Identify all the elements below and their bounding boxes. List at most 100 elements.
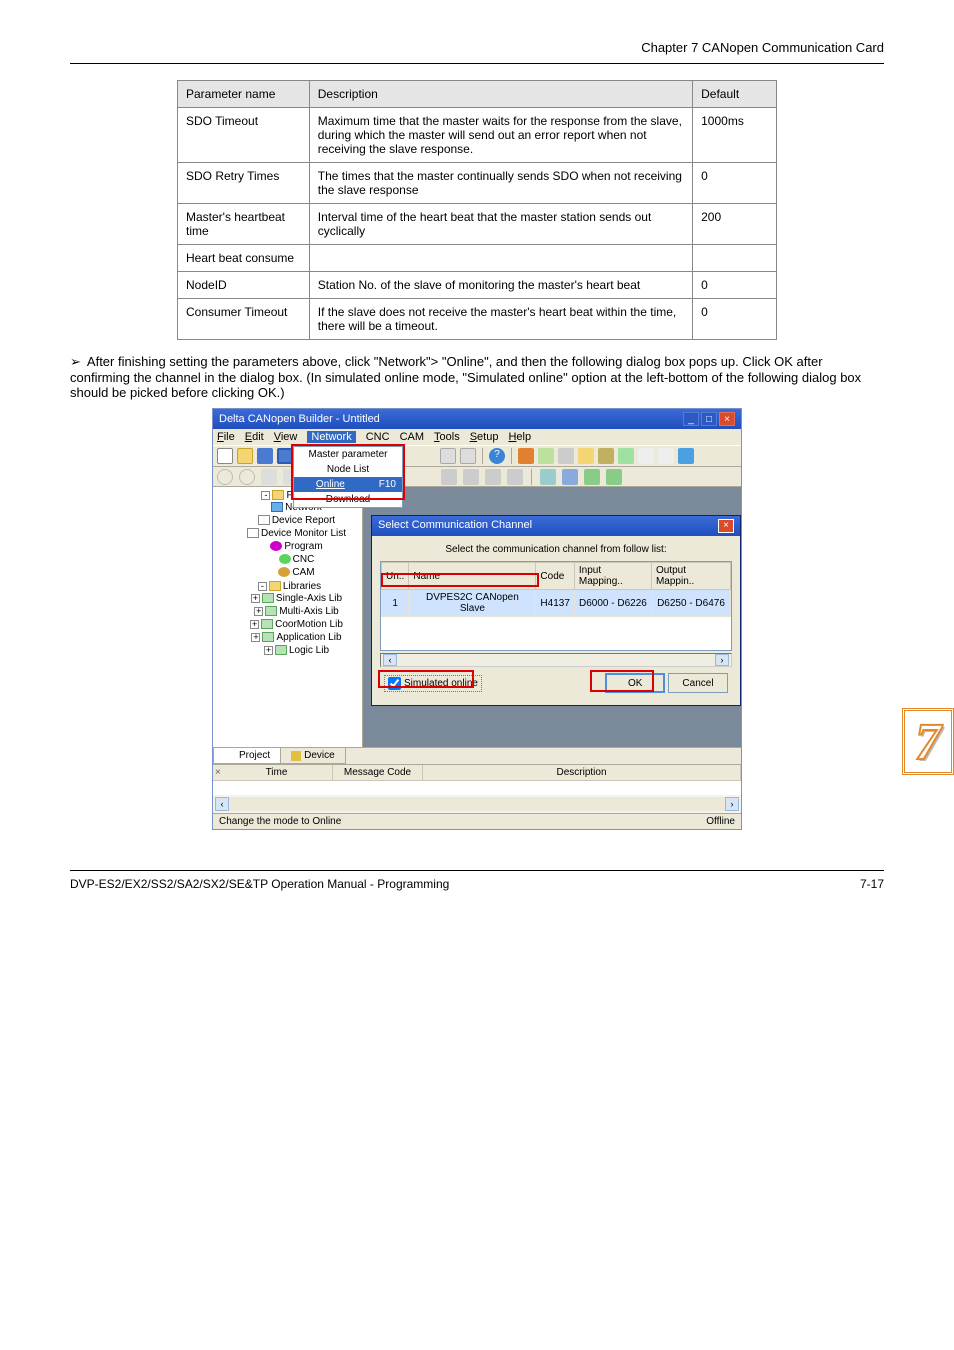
toolbar-icon[interactable] [562, 469, 578, 485]
window-titlebar[interactable]: Delta CANopen Builder - Untitled _ □ × [213, 409, 741, 429]
expand-icon[interactable]: + [251, 633, 260, 642]
expand-icon[interactable]: + [254, 607, 263, 616]
refresh-icon[interactable] [678, 448, 694, 464]
msg-col-code[interactable]: Message Code [333, 765, 423, 780]
channel-grid[interactable]: Un.. Name Code Input Mapping.. Output Ma… [380, 561, 732, 651]
maximize-button[interactable]: □ [701, 412, 717, 426]
tree-cnc[interactable]: CNC [293, 554, 315, 565]
menu-setup[interactable]: Setup [470, 431, 499, 443]
scroll-right-icon[interactable]: › [715, 654, 729, 666]
toolbar-icon[interactable] [460, 448, 476, 464]
menu-view[interactable]: View [274, 431, 298, 443]
collapse-icon[interactable]: - [258, 582, 267, 591]
close-button[interactable]: × [719, 412, 735, 426]
menu-tools[interactable]: Tools [434, 431, 460, 443]
toolbar-icon[interactable] [261, 469, 277, 485]
menu-cam[interactable]: CAM [400, 431, 424, 443]
tree-lib-item[interactable]: CoorMotion Lib [275, 619, 343, 630]
toolbar-icon[interactable] [558, 448, 574, 464]
ok-button[interactable]: OK [605, 673, 665, 693]
save-all-icon[interactable] [277, 448, 293, 464]
toolbar-icon[interactable] [578, 448, 594, 464]
scroll-left-icon[interactable]: ‹ [215, 797, 229, 811]
tree-lib-item[interactable]: Single-Axis Lib [276, 593, 342, 604]
tab-device[interactable]: Device [280, 748, 346, 764]
tree-cam[interactable]: CAM [292, 567, 314, 578]
menu-item-node-list[interactable]: Node List [294, 462, 402, 477]
expand-icon[interactable]: + [264, 646, 273, 655]
toolbar-icon[interactable] [540, 469, 556, 485]
download-icon[interactable] [538, 448, 554, 464]
open-icon[interactable] [237, 448, 253, 464]
col-name[interactable]: Name [409, 563, 536, 590]
dialog-close-button[interactable]: × [718, 519, 734, 533]
tree-program[interactable]: Program [284, 541, 322, 552]
status-bar: Change the mode to Online Offline [213, 813, 741, 829]
toolbar-icon[interactable] [638, 448, 654, 464]
menu-item-master-parameter[interactable]: Master parameter [294, 447, 402, 462]
help-icon[interactable]: ? [489, 448, 505, 464]
expand-icon[interactable]: + [250, 620, 259, 629]
left-pane-tabs: Project Device [213, 747, 741, 764]
program-icon [270, 541, 282, 551]
grid-scrollbar[interactable]: ‹ › [380, 653, 732, 667]
scroll-right-icon[interactable]: › [725, 797, 739, 811]
tab-project[interactable]: Project [213, 748, 281, 764]
toolbar-icon[interactable] [507, 469, 523, 485]
toolbar-icon[interactable] [606, 469, 622, 485]
menu-file[interactable]: File [217, 431, 235, 443]
menu-cnc[interactable]: CNC [366, 431, 390, 443]
lib-icon [275, 645, 287, 655]
status-text: Change the mode to Online [219, 816, 341, 827]
lib-icon [261, 619, 273, 629]
msg-col-time[interactable]: Time [213, 765, 333, 780]
menu-edit[interactable]: Edit [245, 431, 264, 443]
new-icon[interactable] [217, 448, 233, 464]
monitor-icon [247, 528, 259, 538]
toolbar-icon[interactable] [441, 469, 457, 485]
checkbox[interactable] [388, 677, 401, 690]
online-icon[interactable] [518, 448, 534, 464]
toolbar-icon[interactable] [618, 448, 634, 464]
cancel-button[interactable]: Cancel [668, 673, 728, 693]
dialog-titlebar[interactable]: Select Communication Channel × [372, 516, 740, 536]
simulated-online-checkbox[interactable]: Simulated online [384, 675, 482, 692]
tree-lib-item[interactable]: Logic Lib [289, 645, 329, 656]
collapse-icon[interactable]: - [261, 491, 270, 500]
menu-item-online[interactable]: OnlineF10 [294, 477, 402, 492]
col-output[interactable]: Output Mappin.. [651, 563, 730, 590]
toolbar-icon[interactable] [658, 448, 674, 464]
lib-icon [262, 593, 274, 603]
table-row: Heart beat consume [178, 245, 777, 272]
tree-lib-item[interactable]: Multi-Axis Lib [279, 606, 338, 617]
toolbar-icon[interactable] [485, 469, 501, 485]
minimize-button[interactable]: _ [683, 412, 699, 426]
col-input[interactable]: Input Mapping.. [574, 563, 651, 590]
tree-lib-item[interactable]: Application Lib [276, 632, 341, 643]
col-code[interactable]: Code [536, 563, 574, 590]
header-rule [70, 63, 884, 64]
toolbar-icon[interactable] [598, 448, 614, 464]
chapter-badge: 7 [902, 708, 954, 775]
tree-device-monitor[interactable]: Device Monitor List [261, 528, 346, 539]
save-icon[interactable] [257, 448, 273, 464]
toolbar-icon[interactable] [440, 448, 456, 464]
tree-libraries[interactable]: Libraries [283, 581, 321, 592]
zoom-in-icon[interactable] [239, 469, 255, 485]
message-panel: × Time Message Code Description ‹ › [213, 764, 741, 813]
toolbar-icon[interactable] [584, 469, 600, 485]
tree-device-report[interactable]: Device Report [272, 515, 335, 526]
menu-network[interactable]: Network [307, 431, 355, 443]
message-scrollbar[interactable]: ‹ › [213, 795, 741, 813]
channel-row[interactable]: 1 DVPES2C CANopen Slave H4137 D6000 - D6… [382, 590, 731, 617]
expand-icon[interactable]: + [251, 594, 260, 603]
menu-item-download[interactable]: Download [294, 492, 402, 507]
toolbar-icon[interactable] [463, 469, 479, 485]
scroll-left-icon[interactable]: ‹ [383, 654, 397, 666]
cnc-icon [279, 554, 291, 564]
menu-help[interactable]: Help [508, 431, 531, 443]
col-un[interactable]: Un.. [382, 563, 409, 590]
panel-close-icon[interactable]: × [215, 767, 221, 778]
msg-col-desc[interactable]: Description [423, 765, 741, 780]
zoom-out-icon[interactable] [217, 469, 233, 485]
